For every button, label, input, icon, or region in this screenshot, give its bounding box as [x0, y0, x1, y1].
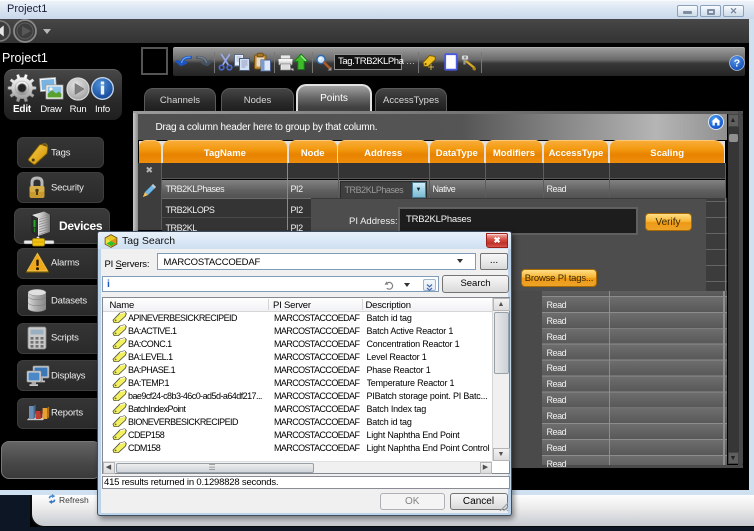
svg-text:?: ?	[734, 58, 740, 70]
